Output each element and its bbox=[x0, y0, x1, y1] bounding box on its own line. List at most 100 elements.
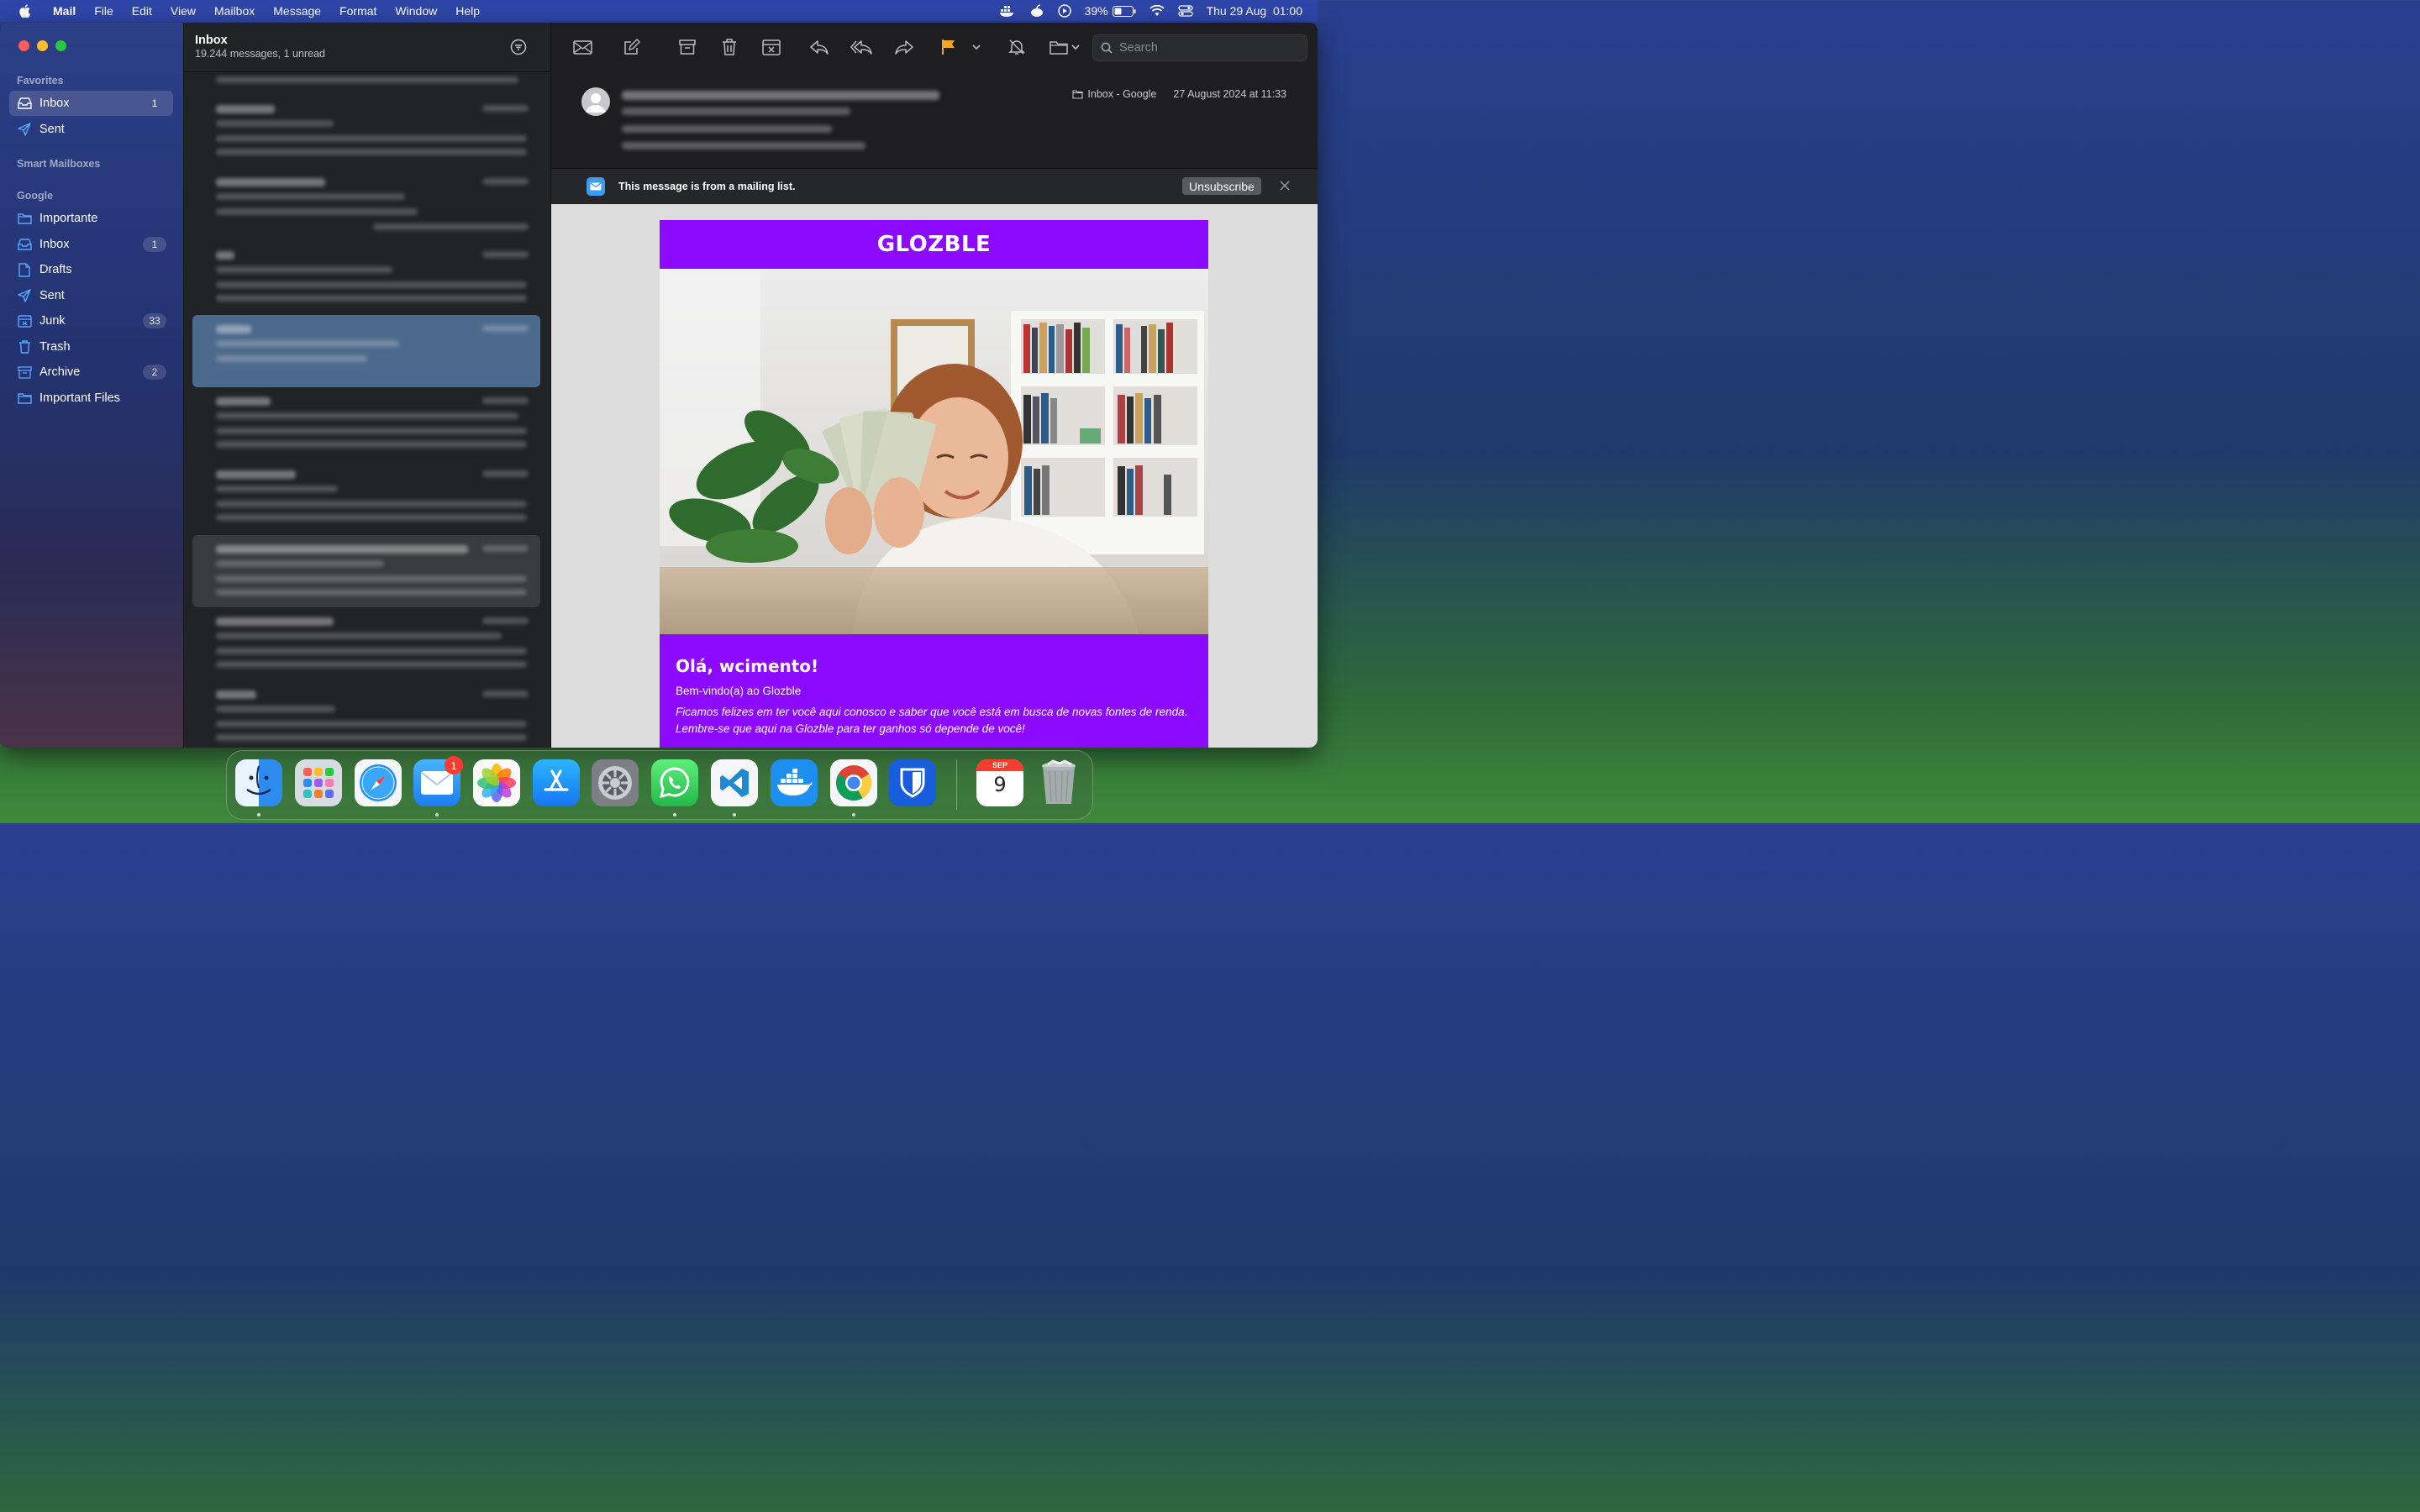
list-item[interactable] bbox=[192, 682, 540, 748]
dock-separator bbox=[956, 759, 957, 810]
sidebar-item-label: Junk bbox=[39, 314, 66, 328]
search-input[interactable] bbox=[1118, 40, 1297, 55]
section-smart-mailboxes[interactable]: Smart Mailboxes bbox=[17, 158, 100, 170]
status-app-icon[interactable] bbox=[1029, 4, 1044, 18]
sidebar-item-favorites-sent[interactable]: Sent bbox=[9, 117, 173, 142]
archive-button[interactable] bbox=[676, 36, 698, 58]
dock-safari[interactable] bbox=[355, 759, 402, 806]
menu-app-mail[interactable]: Mail bbox=[44, 0, 85, 22]
junk-icon bbox=[17, 313, 32, 328]
flag-button[interactable] bbox=[938, 36, 960, 58]
menu-view[interactable]: View bbox=[161, 0, 205, 22]
menu-edit[interactable]: Edit bbox=[123, 0, 161, 22]
mailbox-indicator[interactable]: Inbox - Google bbox=[1072, 88, 1156, 100]
mute-button[interactable] bbox=[1006, 36, 1028, 58]
menu-help[interactable]: Help bbox=[446, 0, 489, 22]
dock-finder[interactable] bbox=[235, 759, 282, 806]
bell-slash-icon bbox=[1008, 39, 1025, 55]
message-list: Inbox 19.244 messages, 1 unread bbox=[184, 23, 551, 748]
inbox-icon bbox=[17, 96, 32, 111]
vscode-icon bbox=[720, 769, 749, 797]
paperplane-icon bbox=[17, 122, 32, 137]
menubar-clock[interactable]: Thu 29 Aug 01:00 bbox=[1207, 4, 1302, 18]
menu-message[interactable]: Message bbox=[264, 0, 330, 22]
list-item[interactable] bbox=[192, 170, 540, 242]
sidebar-item-label: Inbox bbox=[39, 238, 70, 251]
reply-all-button[interactable] bbox=[850, 36, 872, 58]
apple-icon[interactable] bbox=[17, 3, 32, 18]
sidebar-item-drafts[interactable]: Drafts bbox=[9, 257, 173, 282]
sidebar-item-google-sent[interactable]: Sent bbox=[9, 283, 173, 308]
compose-button[interactable] bbox=[621, 36, 643, 58]
zoom-window-button[interactable] bbox=[55, 40, 66, 51]
list-item[interactable] bbox=[192, 315, 540, 387]
sidebar: Favorites Inbox 1 Sent Smart Mailboxes G… bbox=[0, 23, 184, 748]
email-hero-image: 10 bbox=[660, 269, 1208, 634]
control-center-icon[interactable] bbox=[1177, 5, 1193, 17]
message-list-header: Inbox 19.244 messages, 1 unread bbox=[184, 23, 550, 72]
list-item[interactable] bbox=[192, 243, 540, 315]
list-item[interactable] bbox=[192, 389, 540, 461]
document-icon bbox=[17, 262, 32, 277]
list-item[interactable] bbox=[192, 609, 540, 681]
filter-icon[interactable] bbox=[510, 39, 527, 55]
whatsapp-icon bbox=[659, 767, 690, 799]
dock-vscode[interactable] bbox=[711, 759, 758, 806]
battery-icon[interactable] bbox=[1112, 5, 1136, 17]
chevron-down-icon bbox=[972, 44, 981, 50]
list-item[interactable] bbox=[192, 462, 540, 534]
dock-bitwarden[interactable] bbox=[889, 759, 936, 806]
dock-chrome[interactable] bbox=[830, 759, 877, 806]
list-item[interactable] bbox=[192, 97, 540, 169]
junk-button[interactable] bbox=[760, 36, 782, 58]
reply-button[interactable] bbox=[808, 36, 830, 58]
close-window-button[interactable] bbox=[18, 40, 29, 51]
gear-icon bbox=[598, 766, 632, 800]
dock-launchpad[interactable] bbox=[295, 759, 342, 806]
section-google[interactable]: Google bbox=[17, 190, 53, 202]
sidebar-item-favorites-inbox[interactable]: Inbox 1 bbox=[9, 91, 173, 116]
flag-menu-button[interactable] bbox=[965, 36, 987, 58]
dock-system-settings[interactable] bbox=[592, 759, 639, 806]
sidebar-item-label: Important Files bbox=[39, 391, 120, 405]
sidebar-item-junk[interactable]: Junk 33 bbox=[9, 308, 173, 333]
banner-text: This message is from a mailing list. bbox=[618, 181, 796, 192]
avatar[interactable] bbox=[581, 87, 610, 116]
wifi-icon[interactable] bbox=[1149, 5, 1165, 17]
sidebar-item-important-files[interactable]: Important Files bbox=[9, 386, 173, 411]
forward-button[interactable] bbox=[893, 36, 915, 58]
list-item[interactable] bbox=[192, 535, 540, 607]
email-content: GLOZBLE Olá, wcimento! Bem-vindo(a) ao G… bbox=[660, 220, 1208, 748]
delete-button[interactable] bbox=[718, 36, 740, 58]
email-brand-header: GLOZBLE bbox=[660, 220, 1208, 269]
move-button[interactable] bbox=[1048, 36, 1081, 58]
section-favorites[interactable]: Favorites bbox=[17, 75, 64, 87]
menu-window[interactable]: Window bbox=[386, 0, 446, 22]
menu-file[interactable]: File bbox=[85, 0, 123, 22]
get-mail-button[interactable] bbox=[571, 36, 593, 58]
search-field[interactable] bbox=[1092, 34, 1307, 61]
dock-docker[interactable] bbox=[771, 759, 818, 806]
sidebar-item-label: Drafts bbox=[39, 263, 72, 276]
dock-photos[interactable] bbox=[473, 759, 520, 806]
list-item[interactable] bbox=[192, 71, 540, 93]
dock-app-store[interactable] bbox=[533, 759, 580, 806]
sidebar-item-google-inbox[interactable]: Inbox 1 bbox=[9, 232, 173, 257]
dock-whatsapp[interactable] bbox=[651, 759, 698, 806]
docker-icon bbox=[777, 769, 813, 795]
menu-format[interactable]: Format bbox=[330, 0, 386, 22]
unsubscribe-button[interactable]: Unsubscribe bbox=[1182, 177, 1261, 195]
close-icon[interactable] bbox=[1280, 181, 1290, 191]
dock-calendar[interactable]: SEP 9 bbox=[976, 759, 1023, 806]
docker-status-icon[interactable] bbox=[999, 4, 1016, 18]
dock-trash[interactable] bbox=[1035, 759, 1082, 806]
window-controls bbox=[18, 40, 66, 51]
sidebar-item-trash[interactable]: Trash bbox=[9, 334, 173, 360]
sidebar-item-importante[interactable]: Importante bbox=[9, 206, 173, 231]
minimize-window-button[interactable] bbox=[37, 40, 48, 51]
play-circle-icon[interactable] bbox=[1057, 4, 1071, 18]
sidebar-item-archive[interactable]: Archive 2 bbox=[9, 360, 173, 385]
sidebar-item-label: Trash bbox=[39, 340, 71, 354]
list-title: Inbox bbox=[195, 34, 228, 47]
menu-mailbox[interactable]: Mailbox bbox=[205, 0, 264, 22]
